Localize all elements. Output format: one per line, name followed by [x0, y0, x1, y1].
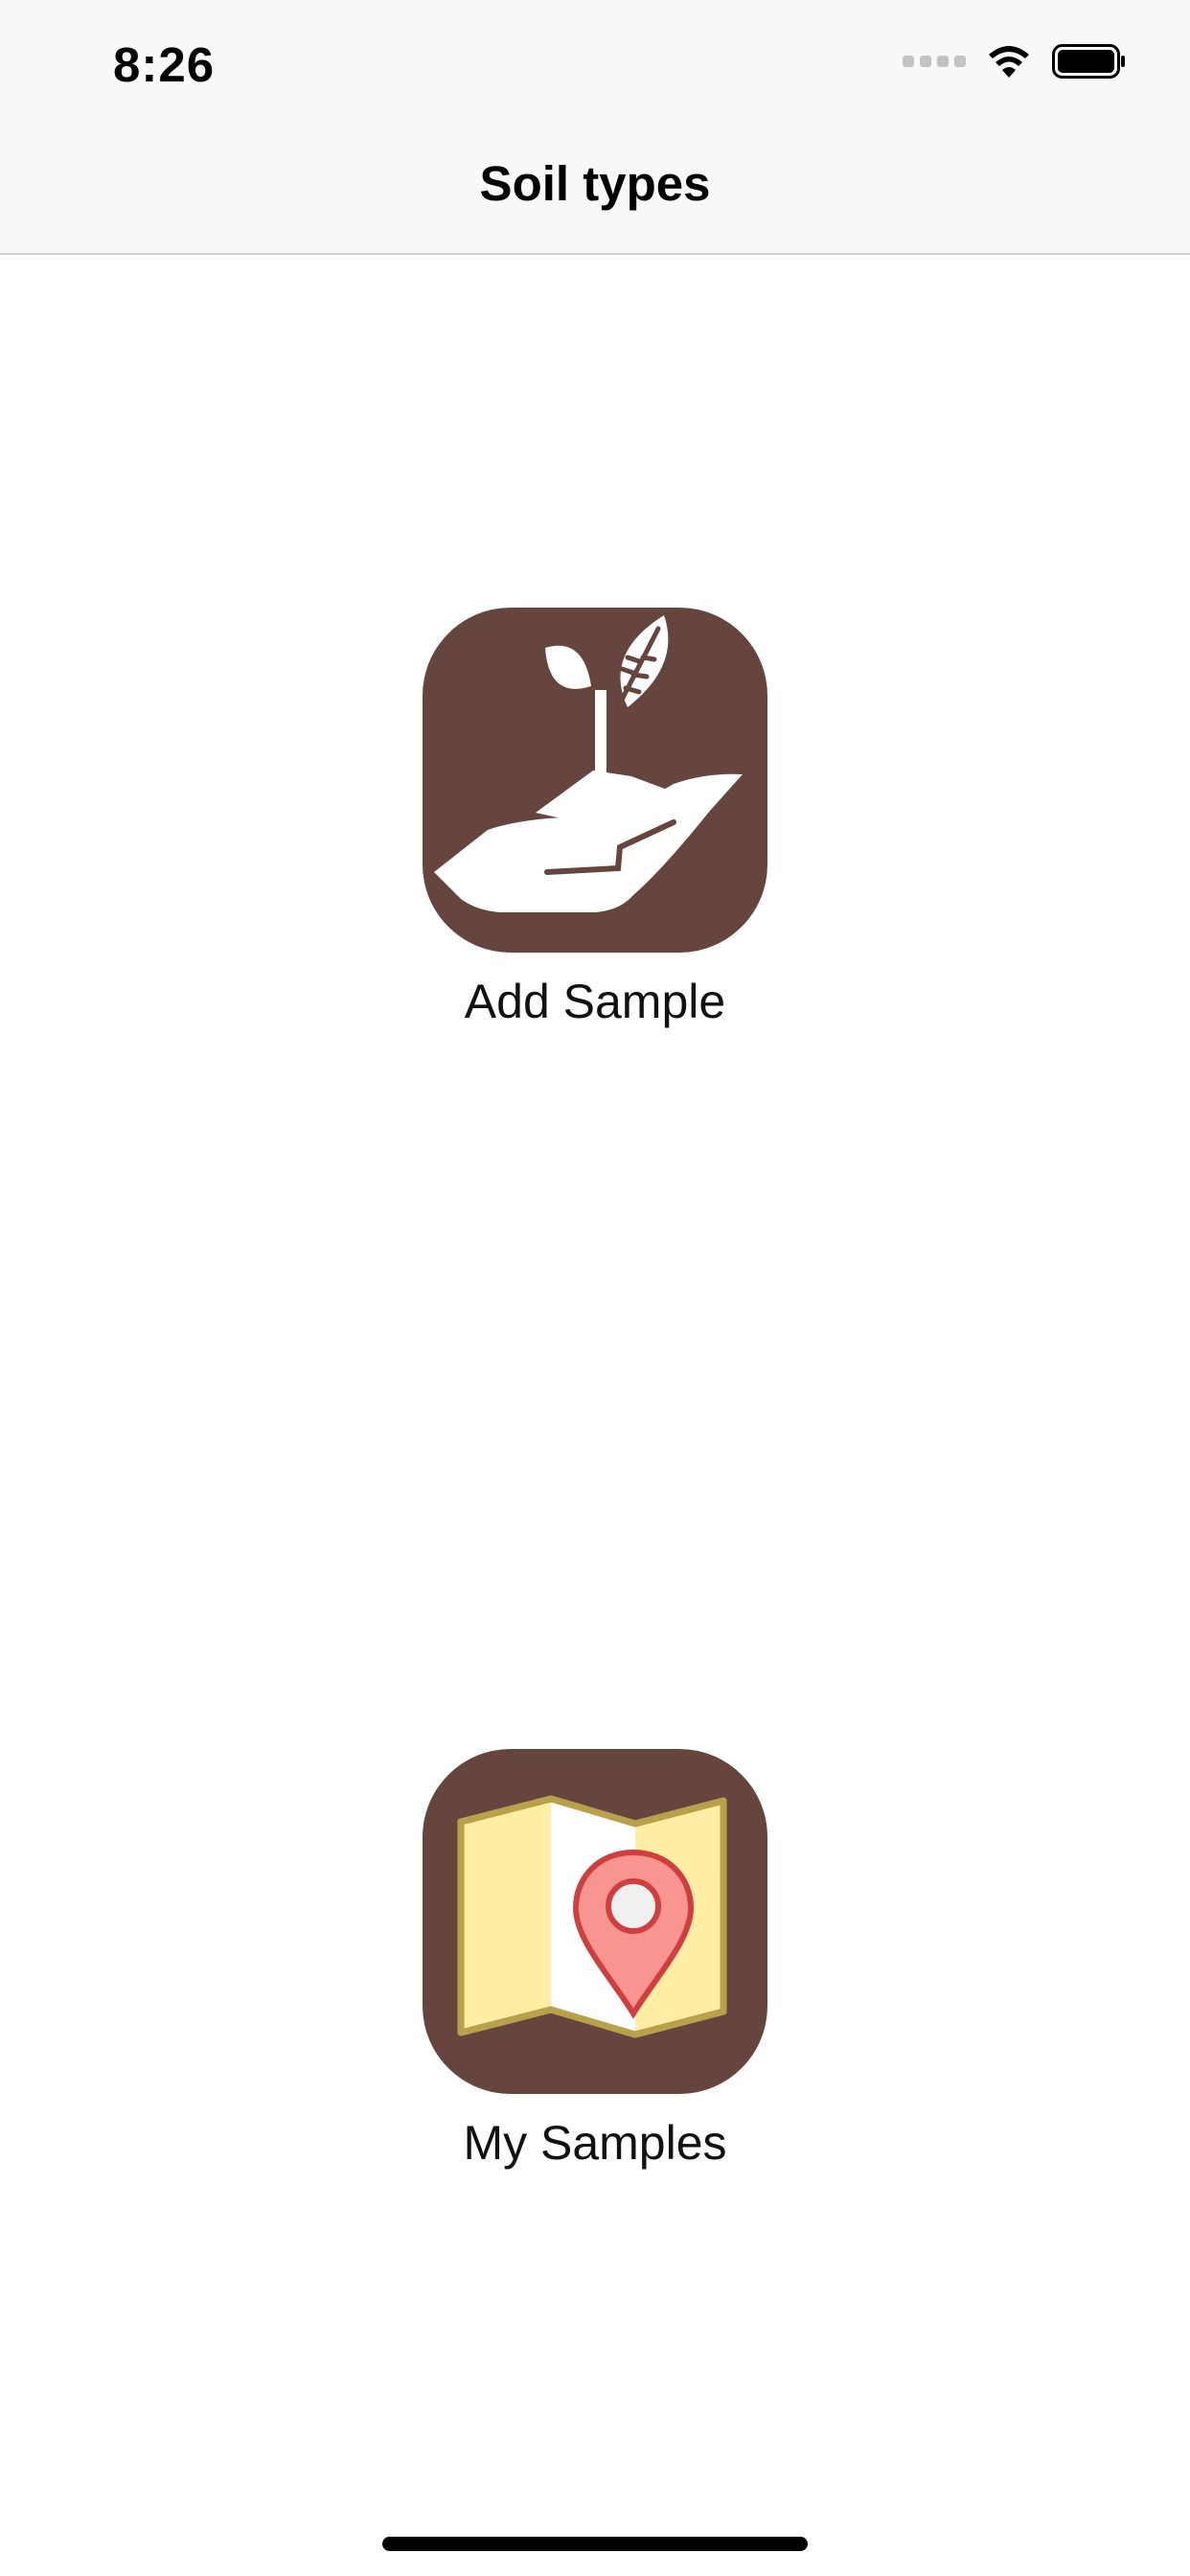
add-sample-label: Add Sample [464, 975, 726, 1028]
add-sample-button[interactable]: Add Sample [0, 608, 1190, 1029]
status-bar: 8:26 [0, 0, 1190, 96]
add-sample-tile[interactable] [423, 608, 767, 953]
my-samples-button[interactable]: My Samples [0, 1749, 1190, 2171]
status-icons [903, 44, 1127, 79]
home-indicator[interactable] [382, 2537, 808, 2551]
map-pin-icon [457, 1795, 727, 2038]
navigation-bar: Soil types [0, 96, 1190, 255]
my-samples-tile[interactable] [423, 1749, 767, 2094]
cellular-signal-icon [903, 56, 966, 67]
battery-icon [1052, 44, 1125, 79]
wifi-icon [989, 46, 1029, 78]
status-time: 8:26 [113, 37, 216, 92]
plant-in-hand-icon [434, 615, 743, 912]
page-title: Soil types [479, 156, 711, 211]
my-samples-label: My Samples [463, 2116, 727, 2170]
